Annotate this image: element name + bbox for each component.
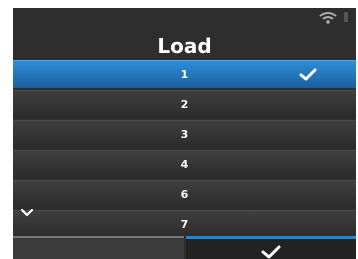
screen-title: Load [157, 34, 212, 58]
list-item-1[interactable]: 1 [13, 60, 356, 88]
battery-icon [344, 12, 348, 22]
confirm-button[interactable] [186, 236, 356, 259]
device-screen: Load 1 2 3 4 6 7 [13, 8, 356, 259]
list-item-label: 3 [180, 128, 189, 141]
list-item-3[interactable]: 3 [13, 120, 356, 148]
back-button[interactable] [13, 236, 184, 259]
list-item-4[interactable]: 4 [13, 150, 356, 178]
checkmark-icon [299, 68, 317, 81]
list-item-2[interactable]: 2 [13, 90, 356, 118]
list-item-label: 6 [180, 188, 189, 201]
list-item-label: 7 [180, 218, 189, 231]
checkmark-icon [261, 245, 281, 259]
list-item-label: 4 [180, 158, 189, 171]
status-bar [13, 8, 356, 28]
list-item-label: 2 [180, 98, 189, 111]
scroll-down-chevron-icon[interactable] [21, 208, 33, 217]
list-item-7[interactable]: 7 [13, 210, 356, 238]
menu-list: 1 2 3 4 6 7 [13, 60, 356, 240]
wifi-icon [319, 12, 337, 24]
list-item-6[interactable]: 6 [13, 180, 356, 208]
